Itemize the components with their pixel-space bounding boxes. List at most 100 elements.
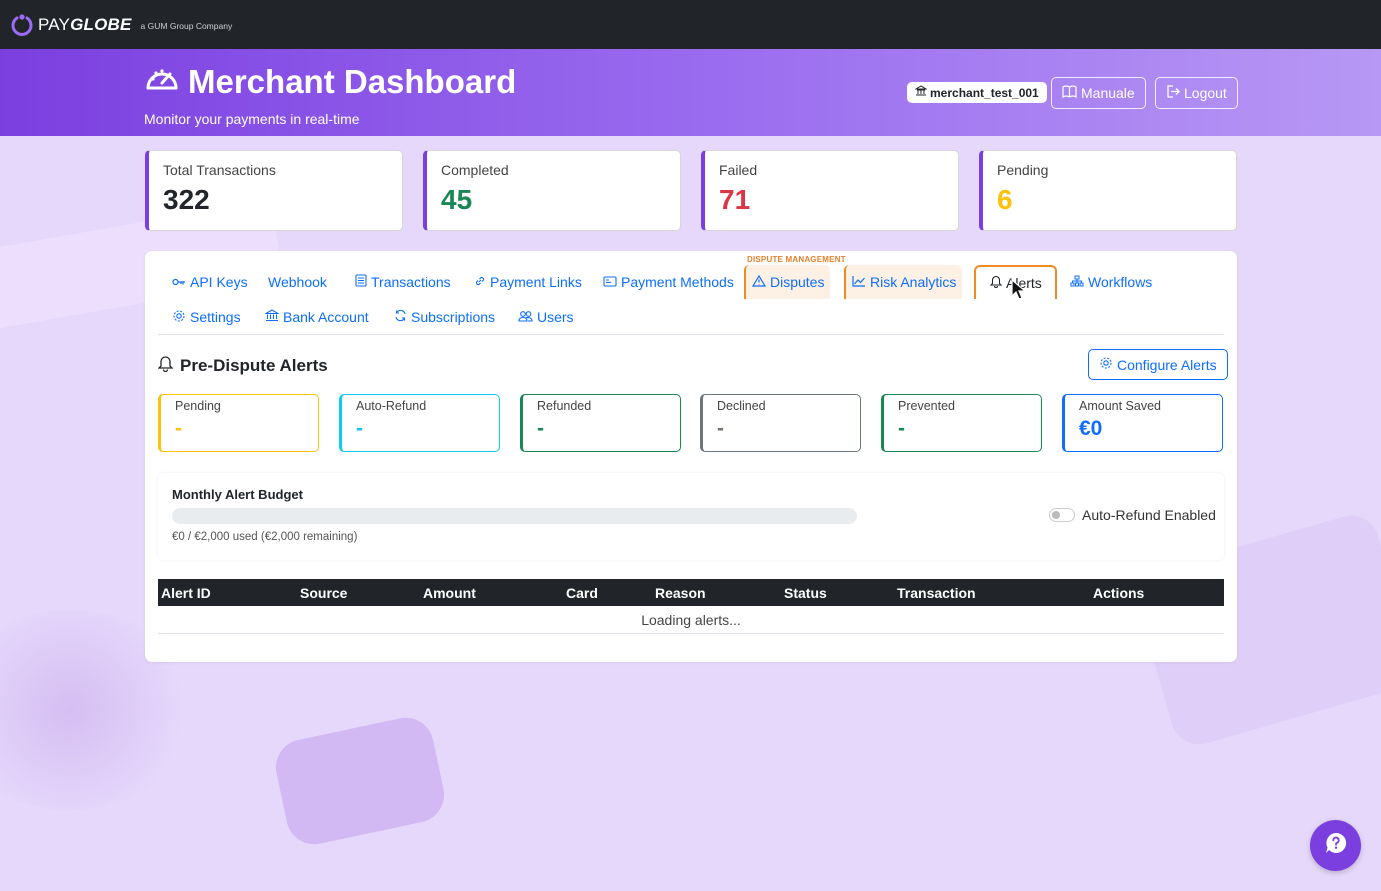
card-icon [603, 274, 617, 290]
merchant-id-text: merchant_test_001 [930, 85, 1039, 100]
diagram-icon [1070, 274, 1084, 290]
gear-icon [1099, 356, 1113, 373]
stat-card-failed: Failed 71 [701, 150, 959, 231]
alert-budget-card: Monthly Alert Budget €0 / €2,000 used (€… [158, 473, 1224, 560]
tab-payment-methods[interactable]: Payment Methods [597, 265, 740, 299]
tab-label: Webhook [268, 274, 327, 290]
budget-progress-bar [172, 508, 857, 524]
page-title: Merchant Dashboard [144, 63, 516, 101]
tab-subscriptions[interactable]: Subscriptions [388, 300, 501, 334]
column-header: Transaction [897, 585, 976, 601]
alert-card-refunded: Refunded - [520, 394, 681, 452]
tab-label: Users [537, 309, 574, 325]
stat-card-pending: Pending 6 [979, 150, 1237, 231]
tab-label: Settings [190, 309, 241, 325]
alert-card-value: €0 [1079, 417, 1103, 440]
alert-card-label: Refunded [537, 399, 592, 413]
tab-workflows[interactable]: Workflows [1064, 265, 1158, 299]
configure-alerts-label: Configure Alerts [1117, 356, 1217, 373]
alert-card-value: - [537, 417, 544, 440]
column-header: Source [300, 585, 348, 601]
top-navbar: PAYGLOBE a GUM Group Company [0, 0, 1381, 49]
gear-icon [172, 309, 186, 326]
tab-payment-links[interactable]: Payment Links [468, 265, 588, 299]
tab-risk-analytics[interactable]: Risk Analytics [844, 265, 963, 299]
link-icon [474, 274, 486, 290]
alert-card-label: Declined [717, 399, 766, 413]
manual-button-label: Manuale [1081, 85, 1135, 101]
column-header: Alert ID [161, 585, 211, 601]
speedometer-icon [144, 63, 188, 101]
stat-label: Failed [719, 162, 758, 178]
stat-value: 6 [997, 184, 1013, 215]
alerts-table-header: Alert ID Source Amount Card Reason Statu… [158, 579, 1224, 606]
users-icon [518, 309, 533, 325]
alert-card-label: Amount Saved [1079, 399, 1161, 413]
main-panel: DISPUTE MANAGEMENT API Keys Webhook Tran… [145, 251, 1237, 662]
tabs-divider [158, 334, 1224, 335]
tab-webhook[interactable]: Webhook [262, 265, 333, 299]
bell-icon [157, 355, 174, 377]
bell-icon [989, 275, 1003, 291]
alert-card-value: - [717, 417, 724, 440]
logout-button[interactable]: Logout [1155, 77, 1238, 109]
section-title-text: Pre-Dispute Alerts [180, 356, 328, 375]
alert-card-value: - [356, 417, 363, 440]
auto-refund-toggle[interactable] [1049, 508, 1075, 522]
logout-icon [1166, 85, 1180, 101]
tab-disputes[interactable]: Disputes [744, 265, 831, 299]
page-title-text: Merchant Dashboard [188, 63, 517, 100]
stat-card-completed: Completed 45 [423, 150, 681, 231]
budget-usage-text: €0 / €2,000 used (€2,000 remaining) [172, 531, 358, 543]
column-header: Actions [1093, 585, 1145, 601]
tab-label: Transactions [371, 274, 451, 290]
alert-card-label: Auto-Refund [356, 399, 427, 413]
alert-card-declined: Declined - [700, 394, 861, 452]
alert-card-pending: Pending - [158, 394, 319, 452]
stat-value: 71 [719, 184, 751, 215]
alert-card-auto-refund: Auto-Refund - [339, 394, 500, 452]
warning-icon [751, 274, 767, 290]
tab-label: Payment Methods [621, 274, 734, 290]
tab-bank-account[interactable]: Bank Account [259, 300, 375, 334]
tab-users[interactable]: Users [512, 300, 580, 334]
bank-icon [263, 309, 281, 325]
tab-api-keys[interactable]: API Keys [166, 265, 254, 299]
tab-label: API Keys [190, 274, 248, 290]
list-icon [355, 274, 367, 290]
bank-icon [914, 85, 928, 100]
refresh-icon [394, 309, 407, 325]
tab-label: Workflows [1088, 274, 1153, 290]
tab-transactions[interactable]: Transactions [349, 265, 457, 299]
tab-label: Payment Links [490, 274, 582, 290]
dispute-management-label: DISPUTE MANAGEMENT [747, 255, 846, 264]
tab-label: Disputes [770, 274, 825, 290]
book-icon [1062, 85, 1077, 101]
budget-title: Monthly Alert Budget [172, 487, 303, 502]
chart-icon [852, 274, 866, 290]
column-header: Amount [423, 585, 476, 601]
brand-name[interactable]: PAYGLOBE [38, 15, 132, 35]
tab-label: Risk Analytics [870, 274, 957, 290]
manual-button[interactable]: Manuale [1051, 77, 1146, 109]
stat-label: Pending [997, 162, 1049, 178]
stat-card-total: Total Transactions 322 [145, 150, 403, 231]
logout-button-label: Logout [1184, 85, 1227, 101]
configure-alerts-button[interactable]: Configure Alerts [1088, 349, 1228, 380]
merchant-id-badge: merchant_test_001 [907, 82, 1047, 103]
stat-label: Completed [441, 162, 509, 178]
alert-card-value: - [898, 417, 905, 440]
stat-value: 45 [441, 184, 473, 215]
alert-card-label: Prevented [898, 399, 955, 413]
column-header: Reason [655, 585, 706, 601]
column-header: Status [784, 585, 827, 601]
help-chat-button[interactable] [1310, 820, 1361, 871]
brand-tagline: a GUM Group Company [140, 21, 233, 31]
alert-card-prevented: Prevented - [881, 394, 1042, 452]
payglobe-logo-icon [10, 13, 34, 37]
help-chat-icon [1324, 831, 1348, 860]
auto-refund-label[interactable]: Auto-Refund Enabled [1082, 507, 1216, 523]
tab-label: Subscriptions [411, 309, 496, 325]
alert-card-label: Pending [175, 399, 221, 413]
tab-settings[interactable]: Settings [166, 300, 247, 334]
